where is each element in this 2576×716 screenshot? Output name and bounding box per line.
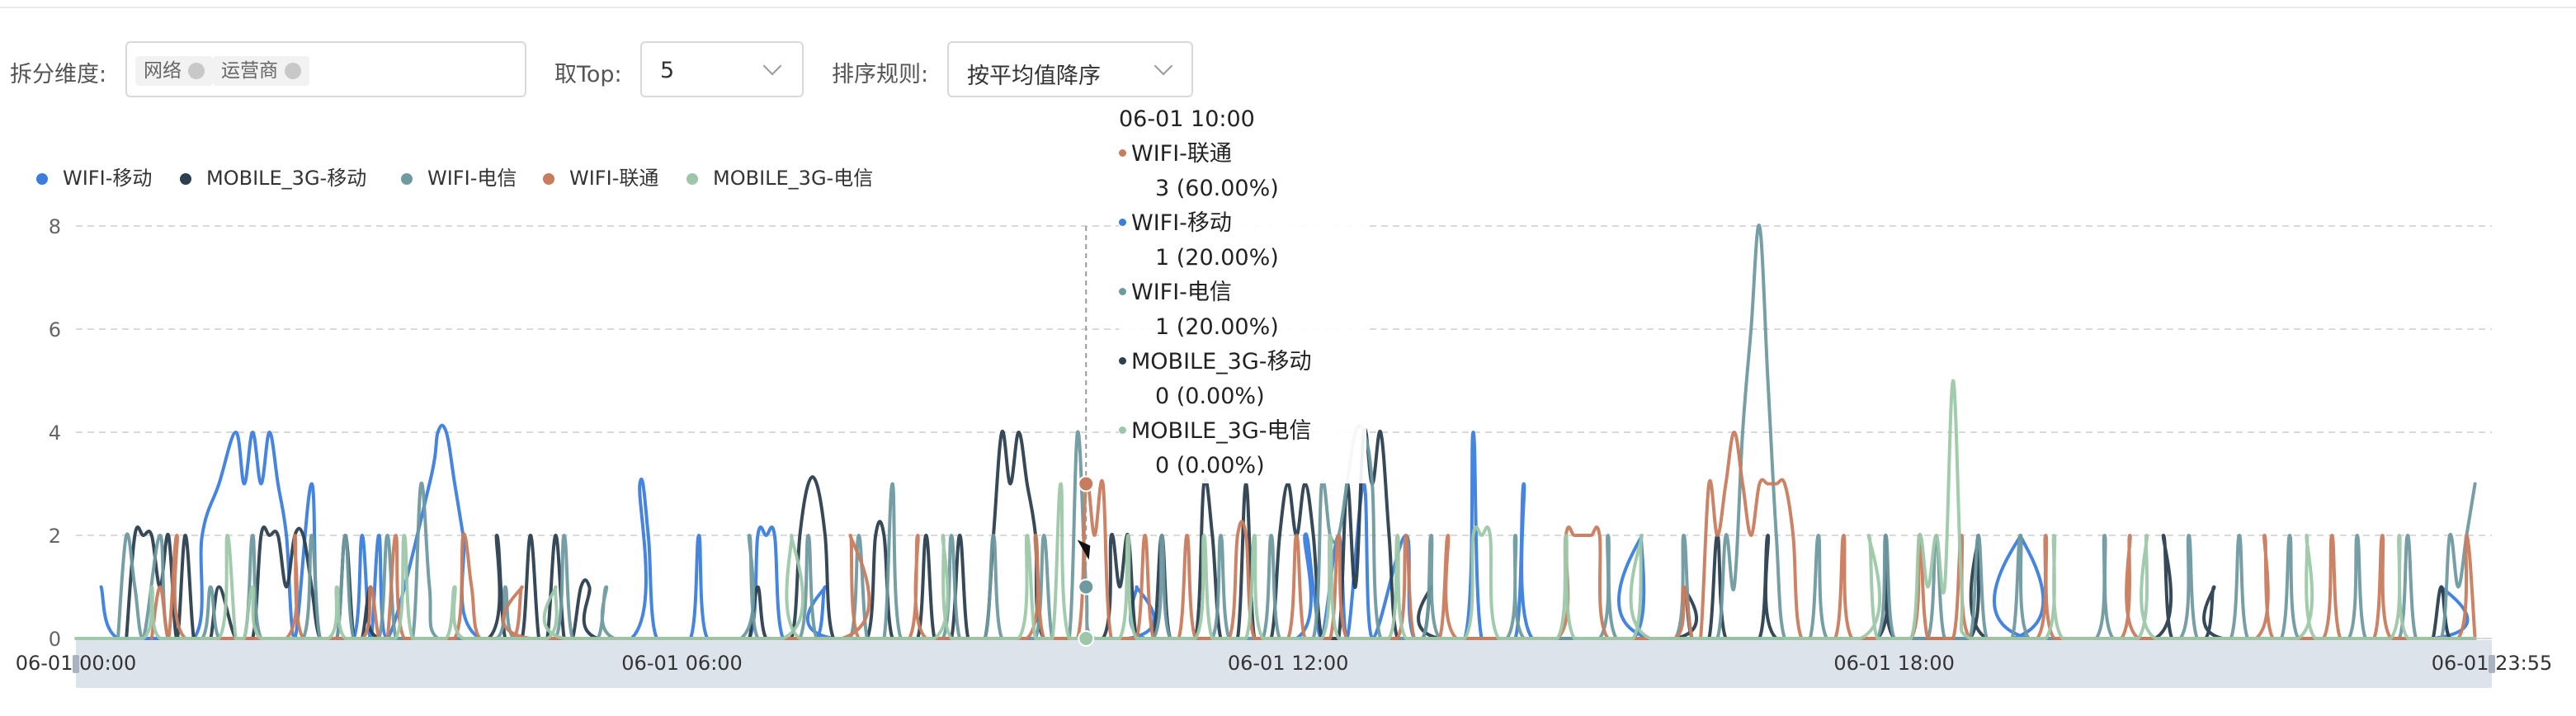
series-dot-icon bbox=[1119, 288, 1126, 295]
series-dot-icon bbox=[1119, 426, 1126, 434]
x-tick-label: 06-01 12:00 bbox=[1228, 652, 1349, 675]
hover-point bbox=[1078, 475, 1095, 492]
tooltip-row: WIFI-联通 3 (60.00%) bbox=[1119, 137, 1366, 206]
x-tick-label: 06-01 23:55 bbox=[2432, 652, 2553, 675]
hover-point bbox=[1078, 630, 1095, 647]
chart-tooltip: 06-01 10:00 WIFI-联通 3 (60.00%) WIFI-移动 1 (… bbox=[1119, 102, 1366, 483]
x-tick-label: 06-01 00:00 bbox=[16, 652, 137, 675]
tooltip-row: WIFI-移动 1 (20.00%) bbox=[1119, 206, 1366, 276]
x-tick-label: 06-01 06:00 bbox=[621, 652, 743, 675]
series-dot-icon bbox=[1119, 219, 1126, 226]
tooltip-row: WIFI-电信 1 (20.00%) bbox=[1119, 276, 1366, 345]
y-tick-label: 4 bbox=[49, 422, 61, 445]
x-tick-label: 06-01 18:00 bbox=[1833, 652, 1955, 675]
y-tick-label: 2 bbox=[49, 525, 61, 548]
y-tick-label: 6 bbox=[49, 318, 61, 342]
hover-point bbox=[1078, 578, 1095, 596]
y-tick-label: 0 bbox=[49, 628, 61, 651]
tooltip-row: MOBILE_3G-移动 0 (0.00%) bbox=[1119, 345, 1366, 414]
series-dot-icon bbox=[1119, 357, 1126, 365]
series-dot-icon bbox=[1119, 149, 1126, 157]
y-tick-label: 8 bbox=[49, 215, 61, 238]
tooltip-row: MOBILE_3G-电信 0 (0.00%) bbox=[1119, 414, 1366, 483]
tooltip-time: 06-01 10:00 bbox=[1119, 106, 1255, 132]
